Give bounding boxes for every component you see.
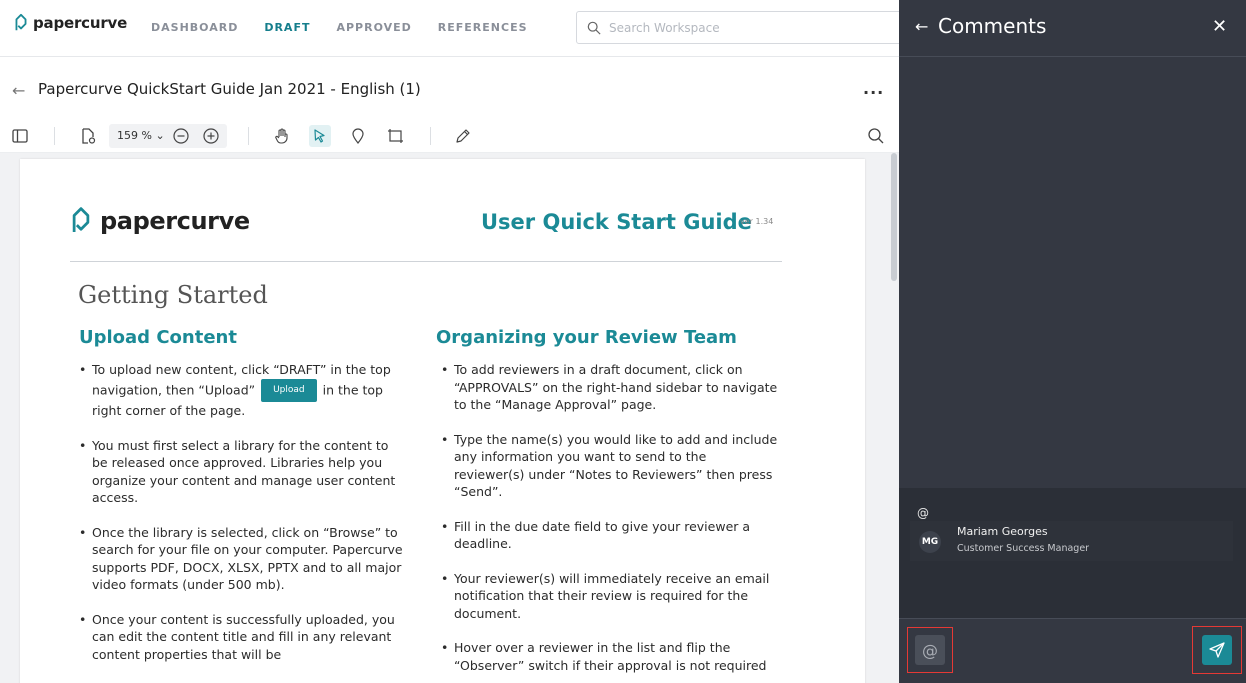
at-sign-icon: @ <box>915 635 945 665</box>
list-item: Type the name(s) you would like to add a… <box>438 431 778 501</box>
nav-references[interactable]: REFERENCES <box>438 21 528 34</box>
nav-dashboard[interactable]: DASHBOARD <box>151 21 238 34</box>
document-toolbar: 159 % ⌄ <box>0 119 899 153</box>
list-item: Your reviewer(s) will immediately receiv… <box>438 570 778 623</box>
page-settings-icon[interactable] <box>77 125 99 147</box>
list-item: Once the library is selected, click on “… <box>76 524 406 594</box>
list-item: Fill in the due date field to give your … <box>438 518 778 553</box>
send-button[interactable] <box>1192 626 1242 674</box>
avatar: MG <box>919 531 941 553</box>
guide-title: User Quick Start Guide <box>481 210 752 234</box>
main-nav: DASHBOARD DRAFT APPROVED REFERENCES <box>151 21 528 34</box>
list-item: To add reviewers in a draft document, cl… <box>438 361 778 414</box>
comments-back-icon[interactable]: ← <box>915 17 928 36</box>
papercurve-logo-icon <box>72 207 90 232</box>
papercurve-logo-icon <box>15 13 27 31</box>
list-item: You must first select a library for the … <box>76 437 406 507</box>
list-item: To upload new content, click “DRAFT” in … <box>76 361 406 420</box>
section-heading: Getting Started <box>78 281 268 309</box>
comments-footer: @ <box>899 618 1246 683</box>
list-item: Hover over a reviewer in the list and fl… <box>438 639 778 674</box>
close-icon[interactable]: ✕ <box>1212 16 1227 37</box>
mention-suggestions: @ MG Mariam Georges Customer Success Man… <box>899 488 1246 618</box>
document-title: Papercurve QuickStart Guide Jan 2021 - E… <box>38 80 421 98</box>
top-navigation: papercurve DASHBOARD DRAFT APPROVED REFE… <box>0 0 906 57</box>
search-input[interactable] <box>609 20 869 35</box>
search-box <box>576 11 906 44</box>
toolbar-divider <box>54 127 55 145</box>
zoom-out-icon[interactable] <box>170 125 192 147</box>
app-window: papercurve DASHBOARD DRAFT APPROVED REFE… <box>0 0 1246 683</box>
document-search-icon[interactable] <box>865 125 887 147</box>
upload-content-heading: Upload Content <box>79 327 237 348</box>
search-icon <box>587 21 601 35</box>
vertical-scrollbar[interactable] <box>889 153 899 683</box>
area-select-icon[interactable] <box>385 125 407 147</box>
list-item: Once your content is successfully upload… <box>76 611 406 664</box>
review-team-heading: Organizing your Review Team <box>436 327 737 348</box>
pencil-draw-icon[interactable] <box>452 125 474 147</box>
scrollbar-thumb[interactable] <box>891 153 897 281</box>
divider-line <box>70 261 782 262</box>
zoom-in-icon[interactable] <box>200 125 222 147</box>
toolbar-divider <box>430 127 431 145</box>
guide-version: ver 1.34 <box>740 217 774 226</box>
document-logo-text: papercurve <box>100 207 250 235</box>
comments-header: ← Comments ✕ <box>899 0 1246 57</box>
comments-title: Comments <box>938 14 1047 38</box>
app-logo-text: papercurve <box>33 14 128 32</box>
sidebar-toggle-icon[interactable] <box>9 125 31 147</box>
mention-role: Customer Success Manager <box>957 543 1090 554</box>
review-team-list: To add reviewers in a draft document, cl… <box>438 361 778 683</box>
comments-panel: ← Comments ✕ @ MG Mariam Georges Custome… <box>899 0 1246 683</box>
nav-approved[interactable]: APPROVED <box>336 21 411 34</box>
mention-suggestion-item[interactable]: MG Mariam Georges Customer Success Manag… <box>910 521 1233 561</box>
document-page: papercurve User Quick Start Guide ver 1.… <box>20 159 865 683</box>
send-icon <box>1202 635 1232 665</box>
upload-content-list: To upload new content, click “DRAFT” in … <box>76 361 406 680</box>
document-header: ← Papercurve QuickStart Guide Jan 2021 -… <box>0 57 899 119</box>
zoom-level-dropdown[interactable]: 159 % ⌄ <box>117 129 165 142</box>
pan-hand-icon[interactable] <box>271 125 293 147</box>
nav-draft[interactable]: DRAFT <box>264 21 310 34</box>
zoom-control: 159 % ⌄ <box>109 124 227 148</box>
document-logo: papercurve <box>70 205 250 237</box>
upload-chip: Upload <box>261 378 317 402</box>
back-arrow-icon[interactable]: ← <box>12 81 25 100</box>
mention-query-text: @ <box>917 506 929 520</box>
mention-button[interactable]: @ <box>907 627 953 673</box>
app-logo[interactable]: papercurve <box>13 13 127 33</box>
toolbar-divider <box>248 127 249 145</box>
select-pointer-icon[interactable] <box>309 125 331 147</box>
mention-name: Mariam Georges <box>957 525 1048 538</box>
more-options-icon[interactable]: ... <box>863 79 884 98</box>
zoom-level-value: 159 % <box>117 129 152 142</box>
pin-marker-icon[interactable] <box>347 125 369 147</box>
document-viewer[interactable]: papercurve User Quick Start Guide ver 1.… <box>0 153 899 683</box>
